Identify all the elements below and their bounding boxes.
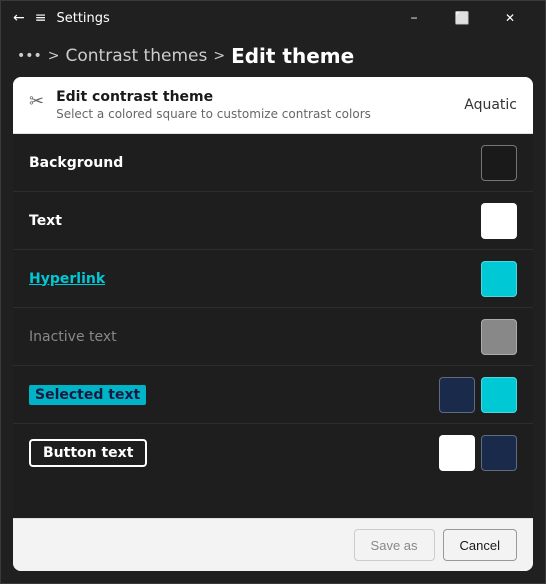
title-bar: ← ≡ Settings − ⬜ ✕ [1, 1, 545, 35]
color-swatch[interactable] [481, 377, 517, 413]
window-controls: − ⬜ ✕ [391, 1, 533, 35]
color-row-label: Text [29, 213, 62, 229]
color-swatches [439, 377, 517, 413]
color-swatch[interactable] [481, 319, 517, 355]
main-content: ✂ Edit contrast theme Select a colored s… [13, 77, 533, 571]
close-button[interactable]: ✕ [487, 1, 533, 35]
color-swatch[interactable] [481, 261, 517, 297]
color-rows: Background Text Hyperlink Inactive text Sele… [13, 134, 533, 518]
color-swatches [439, 435, 517, 471]
color-row: Inactive text [13, 308, 533, 366]
breadcrumb-current: Edit theme [231, 44, 354, 68]
breadcrumb-parent[interactable]: Contrast themes [66, 46, 208, 66]
theme-header-text: Edit contrast theme Select a colored squ… [56, 89, 371, 121]
color-swatch[interactable] [439, 435, 475, 471]
theme-header: ✂ Edit contrast theme Select a colored s… [13, 77, 533, 134]
color-swatch[interactable] [439, 377, 475, 413]
color-swatch[interactable] [481, 203, 517, 239]
color-swatches [481, 261, 517, 297]
color-swatch[interactable] [481, 435, 517, 471]
back-icon[interactable]: ← [13, 10, 25, 26]
window-title: Settings [56, 11, 109, 26]
breadcrumb-more[interactable]: ••• [17, 48, 42, 64]
color-row-label: Selected text [29, 385, 146, 405]
maximize-button[interactable]: ⬜ [439, 1, 485, 35]
cancel-button[interactable]: Cancel [443, 529, 517, 561]
color-row: Button text [13, 424, 533, 482]
save-as-button[interactable]: Save as [354, 529, 435, 561]
color-row-label: Button text [29, 439, 147, 467]
color-row-label: Background [29, 155, 123, 171]
color-row: Selected text [13, 366, 533, 424]
color-row: Text [13, 192, 533, 250]
scissors-icon: ✂ [29, 91, 44, 112]
color-swatches [481, 203, 517, 239]
breadcrumb: ••• > Contrast themes > Edit theme [1, 35, 545, 77]
menu-icon[interactable]: ≡ [35, 10, 47, 26]
breadcrumb-sep-1: > [48, 48, 60, 64]
color-swatches [481, 145, 517, 181]
color-swatch[interactable] [481, 145, 517, 181]
theme-header-left: ✂ Edit contrast theme Select a colored s… [29, 89, 371, 121]
theme-header-title: Edit contrast theme [56, 89, 371, 105]
window: ← ≡ Settings − ⬜ ✕ ••• > Contrast themes… [0, 0, 546, 584]
color-row-label[interactable]: Hyperlink [29, 271, 105, 287]
title-bar-left: ← ≡ Settings [13, 10, 110, 26]
breadcrumb-sep-2: > [213, 48, 225, 64]
color-swatches [481, 319, 517, 355]
minimize-button[interactable]: − [391, 1, 437, 35]
footer: Save as Cancel [13, 518, 533, 571]
color-row: Hyperlink [13, 250, 533, 308]
theme-header-subtitle: Select a colored square to customize con… [56, 107, 371, 121]
color-row-label: Inactive text [29, 329, 117, 345]
color-row: Background [13, 134, 533, 192]
theme-name: Aquatic [464, 97, 517, 113]
